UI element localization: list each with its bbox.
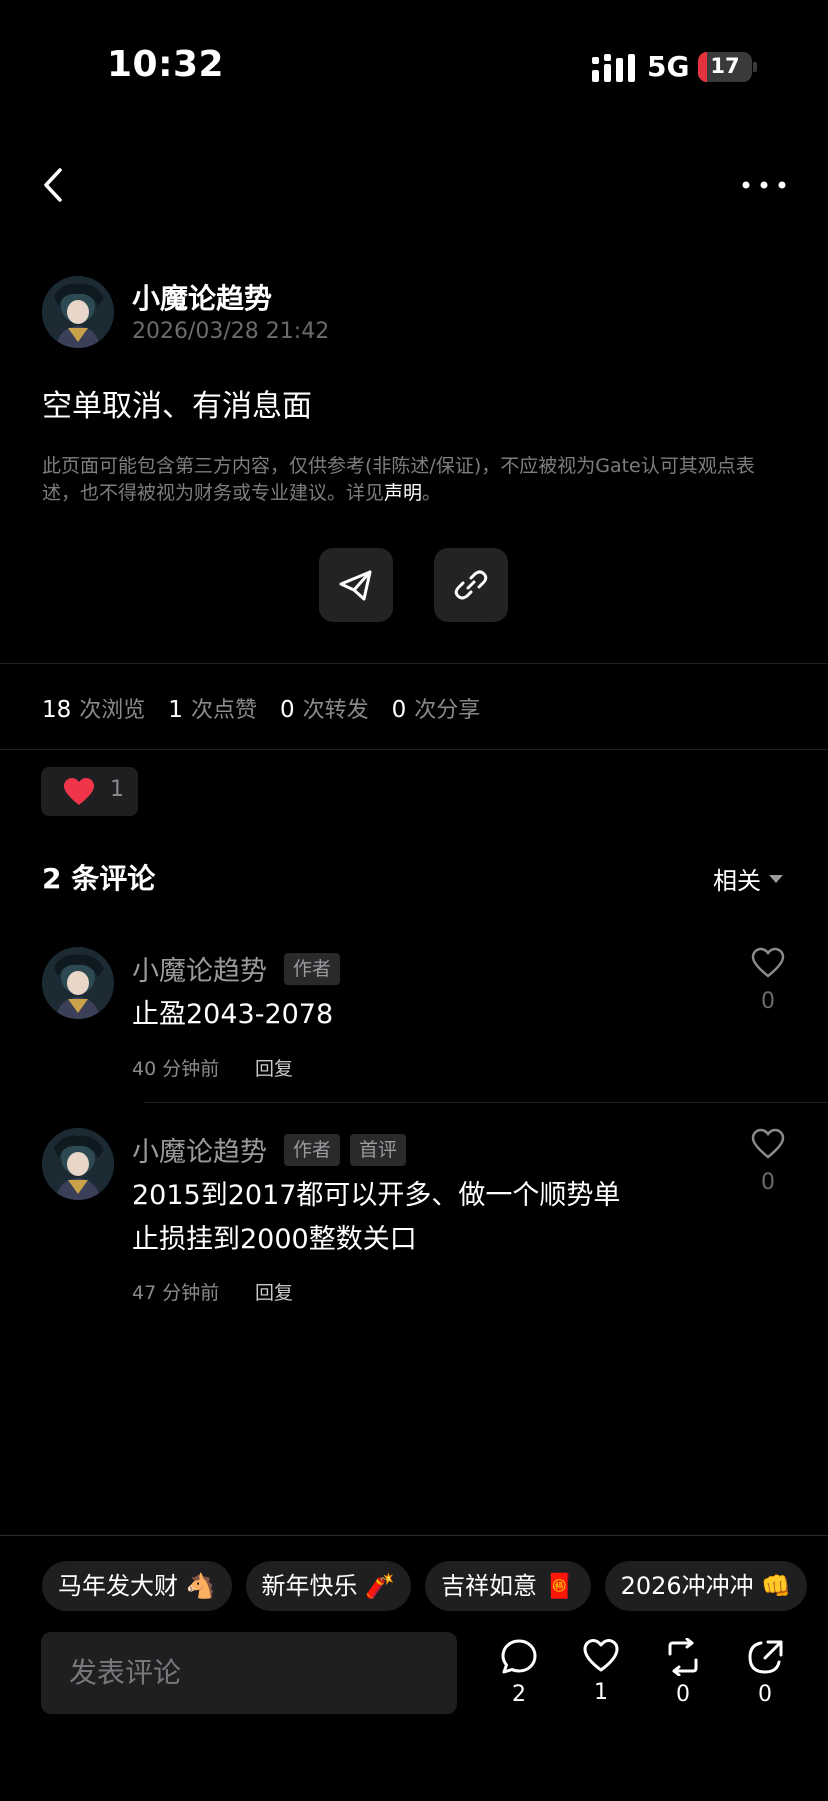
likes-count: 1 bbox=[168, 697, 183, 723]
views-label: 次浏览 bbox=[79, 698, 146, 723]
shares-label: 次分享 bbox=[414, 698, 481, 723]
heart-outline-icon bbox=[751, 1128, 785, 1159]
shares-count: 0 bbox=[391, 697, 407, 723]
comment-like-count: 0 bbox=[761, 989, 775, 1014]
author-avatar[interactable] bbox=[42, 276, 114, 348]
post-content: 空单取消、有消息面 bbox=[42, 389, 312, 424]
views-count: 18 bbox=[42, 697, 72, 723]
sort-label: 相关 bbox=[713, 867, 761, 895]
first-comment-badge: 首评 bbox=[350, 1134, 407, 1166]
status-time: 10:32 bbox=[107, 44, 225, 85]
share-icon bbox=[748, 1640, 783, 1674]
comment-line: 止损挂到2000整数关口 bbox=[132, 1224, 417, 1255]
share-button[interactable]: 0 bbox=[740, 1638, 790, 1707]
disclaimer-end: 。 bbox=[422, 482, 442, 504]
reposts-label: 次转发 bbox=[302, 698, 369, 723]
reposts-count: 0 bbox=[279, 697, 295, 723]
comment-author[interactable]: 小魔论趋势 bbox=[132, 1130, 267, 1169]
like-button[interactable]: 1 bbox=[576, 1638, 626, 1705]
divider bbox=[0, 663, 828, 664]
comments-count-header: 2 条评论 bbox=[42, 862, 156, 895]
quick-tag[interactable]: 新年快乐 🧨 bbox=[245, 1561, 412, 1611]
comment-button[interactable]: 2 bbox=[494, 1638, 544, 1707]
comment-icon bbox=[501, 1639, 537, 1674]
comment-like-button[interactable] bbox=[748, 947, 788, 983]
battery-level: 17 bbox=[710, 54, 740, 78]
divider bbox=[144, 1102, 828, 1103]
share-count: 0 bbox=[758, 1682, 772, 1707]
avatar-image bbox=[42, 947, 114, 1019]
comment-avatar[interactable] bbox=[42, 947, 114, 1019]
reply-button[interactable]: 回复 bbox=[255, 1054, 293, 1081]
battery-icon: 17 bbox=[698, 52, 752, 82]
comment-input[interactable]: 发表评论 bbox=[41, 1632, 457, 1714]
battery-cap bbox=[753, 62, 757, 72]
chevron-left-icon bbox=[44, 168, 62, 202]
author-badge: 作者 bbox=[284, 1134, 341, 1166]
caret-down-icon bbox=[769, 874, 783, 883]
comment-avatar[interactable] bbox=[42, 1128, 114, 1200]
avatar-image bbox=[42, 276, 114, 348]
post-timestamp: 2026/03/28 21:42 bbox=[132, 319, 330, 344]
telegram-icon bbox=[339, 570, 372, 601]
comment-time: 40 分钟前 bbox=[132, 1058, 220, 1080]
red-envelope-icon: 🧧 bbox=[544, 1572, 575, 1600]
like-count: 1 bbox=[594, 1680, 608, 1705]
comment-text: 2015到2017都可以开多、做一个顺势单 止损挂到2000整数关口 bbox=[132, 1174, 620, 1262]
bottom-divider bbox=[0, 1535, 828, 1536]
quick-reply-tags: 马年发大财 🐴 新年快乐 🧨 吉祥如意 🧧 2026冲冲冲 👊 bbox=[42, 1561, 828, 1611]
quick-tag[interactable]: 2026冲冲冲 👊 bbox=[604, 1561, 808, 1611]
disclaimer: 此页面可能包含第三方内容，仅供参考(非陈述/保证)，不应被视为Gate认可其观点… bbox=[42, 453, 792, 507]
quick-tag-label: 马年发大财 bbox=[58, 1572, 178, 1600]
repost-button[interactable]: 0 bbox=[658, 1638, 708, 1707]
likes-label: 次点赞 bbox=[190, 698, 257, 723]
reaction-count: 1 bbox=[110, 777, 124, 802]
telegram-share-button[interactable] bbox=[319, 548, 393, 622]
status-bar: 10:32 5G 17 bbox=[0, 0, 828, 130]
comment-item: 小魔论趋势 作者 首评 2015到2017都可以开多、做一个顺势单 止损挂到20… bbox=[0, 1128, 828, 1308]
network-type: 5G bbox=[647, 50, 690, 83]
heart-filled-icon bbox=[64, 778, 94, 805]
divider bbox=[0, 749, 828, 750]
reply-button[interactable]: 回复 bbox=[255, 1278, 293, 1305]
comment-line: 止盈2043-2078 bbox=[132, 999, 334, 1030]
quick-tag[interactable]: 吉祥如意 🧧 bbox=[425, 1561, 591, 1611]
comment-time: 47 分钟前 bbox=[132, 1282, 220, 1304]
quick-tag-label: 新年快乐 bbox=[261, 1572, 358, 1600]
avatar-image bbox=[42, 1128, 114, 1200]
quick-tag-label: 2026冲冲冲 bbox=[620, 1572, 754, 1600]
heart-outline-icon bbox=[583, 1639, 619, 1672]
quick-tag-label: 吉祥如意 bbox=[441, 1572, 538, 1600]
comment-like-count: 0 bbox=[761, 1170, 775, 1195]
author-badge: 作者 bbox=[284, 953, 341, 985]
signal-icon bbox=[592, 54, 635, 82]
comment-line: 2015到2017都可以开多、做一个顺势单 bbox=[132, 1180, 621, 1211]
disclaimer-link[interactable]: 声明 bbox=[384, 482, 422, 504]
sort-dropdown[interactable]: 相关 bbox=[713, 861, 783, 896]
comment-item: 小魔论趋势 作者 止盈2043-2078 40 分钟前 回复 0 bbox=[0, 947, 828, 1080]
comment-like-button[interactable] bbox=[748, 1128, 788, 1164]
comment-count: 2 bbox=[512, 1682, 526, 1707]
comment-text: 止盈2043-2078 bbox=[132, 993, 333, 1037]
link-icon bbox=[454, 570, 488, 600]
firecracker-icon: 🧨 bbox=[365, 1572, 396, 1600]
heart-outline-icon bbox=[751, 947, 785, 978]
post-stats: 18 次浏览 1 次点赞 0 次转发 0 次分享 bbox=[42, 692, 496, 724]
back-button[interactable] bbox=[36, 160, 72, 210]
author-name[interactable]: 小魔论趋势 bbox=[132, 277, 272, 317]
fist-icon: 👊 bbox=[761, 1572, 792, 1600]
repost-icon bbox=[668, 1638, 698, 1676]
repost-count: 0 bbox=[676, 1682, 690, 1707]
reaction-chip[interactable]: 1 bbox=[41, 767, 138, 816]
more-horizontal-icon bbox=[742, 181, 786, 189]
more-button[interactable] bbox=[736, 168, 792, 202]
horse-icon: 🐴 bbox=[185, 1572, 216, 1600]
comment-author[interactable]: 小魔论趋势 bbox=[132, 949, 267, 988]
copy-link-button[interactable] bbox=[434, 548, 508, 622]
quick-tag[interactable]: 马年发大财 🐴 bbox=[42, 1561, 232, 1611]
